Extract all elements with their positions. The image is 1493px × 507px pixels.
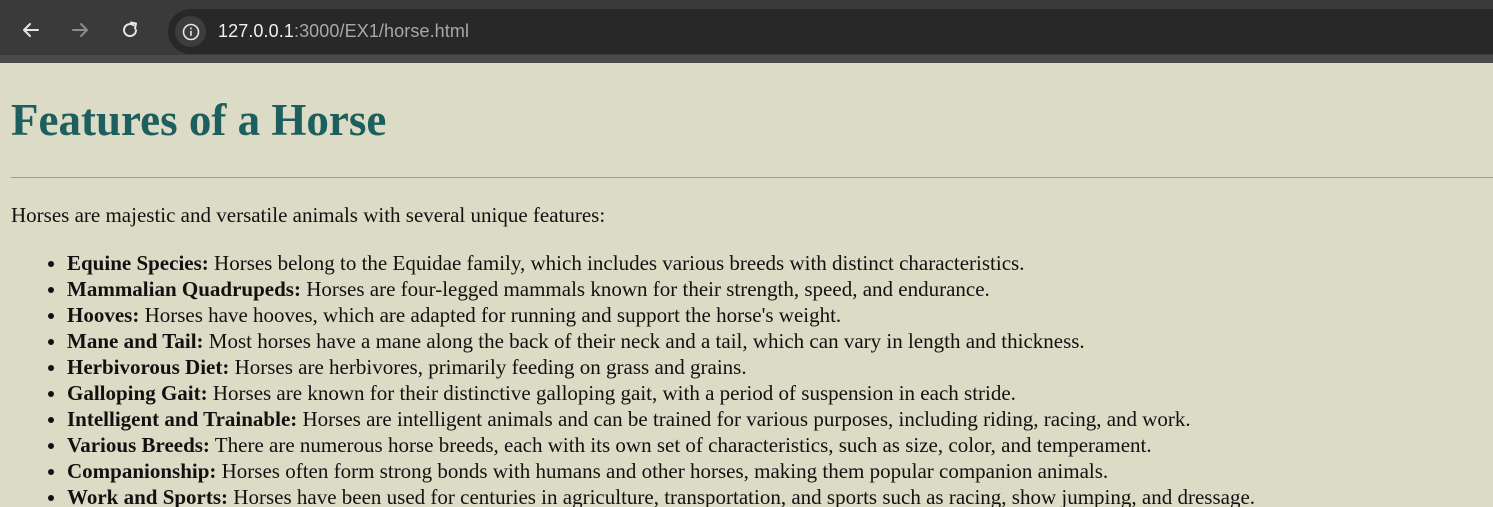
- info-icon: [182, 23, 199, 40]
- feature-term: Galloping Gait:: [67, 381, 208, 405]
- list-item: Companionship: Horses often form strong …: [67, 458, 1493, 484]
- list-item: Various Breeds: There are numerous horse…: [67, 432, 1493, 458]
- feature-term: Herbivorous Diet:: [67, 355, 230, 379]
- divider: [11, 177, 1493, 178]
- url-path: :3000/EX1/horse.html: [293, 21, 470, 41]
- feature-text: Horses are herbivores, primarily feeding…: [229, 355, 747, 379]
- list-item: Equine Species: Horses belong to the Equ…: [67, 250, 1493, 276]
- site-info-button[interactable]: [175, 16, 206, 47]
- list-item: Hooves: Horses have hooves, which are ad…: [67, 302, 1493, 328]
- feature-term: Mammalian Quadrupeds:: [67, 277, 301, 301]
- feature-term: Mane and Tail:: [67, 329, 204, 353]
- feature-text: Horses have been used for centuries in a…: [228, 485, 1256, 507]
- reload-icon: [123, 21, 138, 38]
- feature-term: Various Breeds:: [67, 433, 210, 457]
- address-bar[interactable]: 127.0.0.1:3000/EX1/horse.html: [168, 9, 1493, 54]
- feature-text: Horses are intelligent animals and can b…: [297, 407, 1191, 431]
- back-button[interactable]: [14, 13, 48, 47]
- browser-toolbar: 127.0.0.1:3000/EX1/horse.html: [0, 0, 1493, 63]
- feature-text: Horses belong to the Equidae family, whi…: [208, 251, 1025, 275]
- feature-text: There are numerous horse breeds, each wi…: [209, 433, 1152, 457]
- page-title: Features of a Horse: [11, 95, 387, 145]
- feature-term: Equine Species:: [67, 251, 209, 275]
- feature-text: Horses have hooves, which are adapted fo…: [139, 303, 842, 327]
- arrow-right-icon: [72, 23, 88, 37]
- page-content: Features of a Horse Horses are majestic …: [0, 63, 1493, 507]
- feature-text: Most horses have a mane along the back o…: [203, 329, 1085, 353]
- list-item: Intelligent and Trainable: Horses are in…: [67, 406, 1493, 432]
- url-host: 127.0.0.1: [218, 21, 294, 41]
- feature-term: Work and Sports:: [67, 485, 229, 507]
- feature-text: Horses often form strong bonds with huma…: [216, 459, 1109, 483]
- feature-term: Companionship:: [67, 459, 217, 483]
- list-item: Mane and Tail: Most horses have a mane a…: [67, 328, 1493, 354]
- arrow-left-icon: [23, 23, 39, 37]
- list-item: Galloping Gait: Horses are known for the…: [67, 380, 1493, 406]
- url-text[interactable]: 127.0.0.1:3000/EX1/horse.html: [218, 21, 469, 42]
- intro-paragraph: Horses are majestic and versatile animal…: [11, 203, 606, 227]
- features-list: Equine Species: Horses belong to the Equ…: [11, 250, 1493, 507]
- feature-text: Horses are four-legged mammals known for…: [300, 277, 990, 301]
- feature-term: Intelligent and Trainable:: [67, 407, 298, 431]
- list-item: Work and Sports: Horses have been used f…: [67, 484, 1493, 507]
- reload-button[interactable]: [113, 13, 147, 47]
- feature-text: Horses are known for their distinctive g…: [207, 381, 1016, 405]
- forward-button[interactable]: [63, 13, 97, 47]
- list-item: Herbivorous Diet: Horses are herbivores,…: [67, 354, 1493, 380]
- list-item: Mammalian Quadrupeds: Horses are four-le…: [67, 276, 1493, 302]
- feature-term: Hooves:: [67, 303, 140, 327]
